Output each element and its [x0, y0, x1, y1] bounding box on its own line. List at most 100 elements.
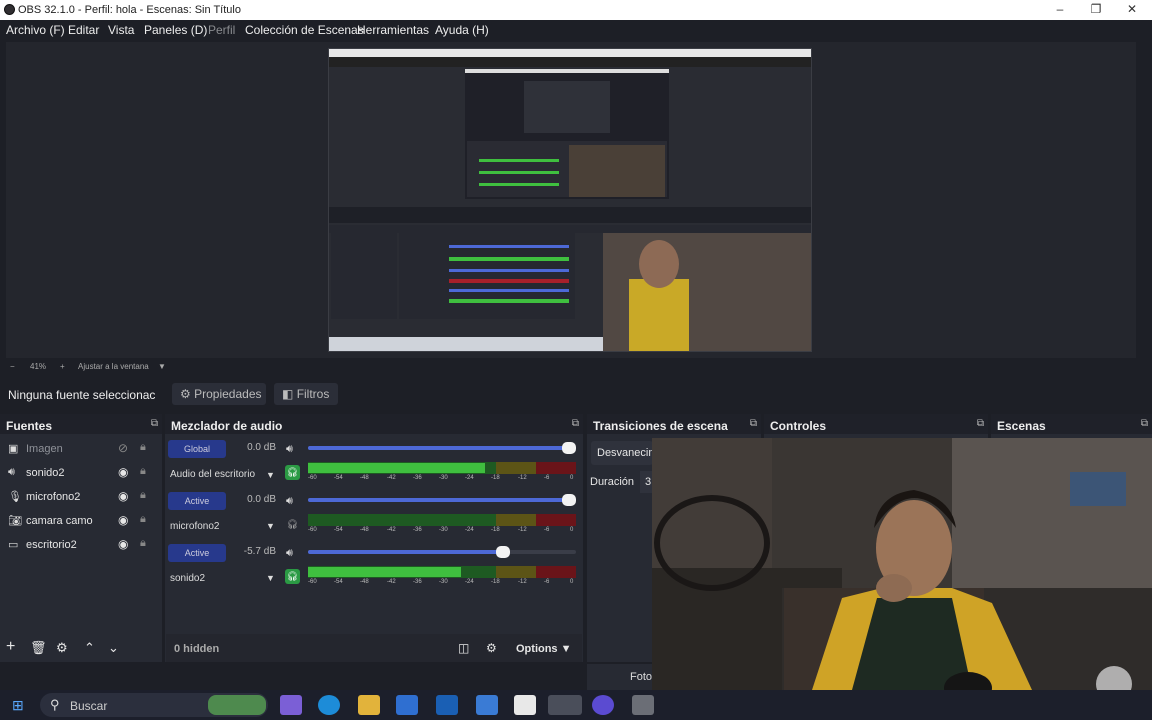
channel-db: 0.0 dB: [247, 494, 276, 505]
volume-slider[interactable]: [308, 442, 576, 454]
menu-perfil[interactable]: Perfil: [208, 23, 235, 37]
add-source-icon[interactable]: +: [6, 638, 15, 658]
source-name: microfono2: [26, 491, 81, 503]
meter-zone: [535, 462, 576, 474]
lock-icon[interactable]: 🔒︎: [140, 513, 146, 526]
meter-tick-label: -60: [308, 527, 317, 533]
mixer-title: Mezclador de audio: [171, 419, 283, 433]
chevron-down-icon[interactable]: ▼: [266, 521, 275, 531]
zoom-out-button[interactable]: −: [10, 362, 15, 371]
meter-tick-label: 0: [570, 527, 574, 533]
windows-start-icon[interactable]: ⊞: [12, 698, 26, 712]
meter-tick-label: -24: [465, 527, 474, 533]
headphones-icon[interactable]: 🎧︎: [285, 465, 300, 480]
volume-slider[interactable]: [308, 546, 576, 558]
edge-icon[interactable]: [318, 695, 340, 715]
taskbar-search[interactable]: ⚲ Buscar: [40, 693, 268, 717]
microphone-icon: 🎙︎: [8, 491, 22, 503]
restore-icon[interactable]: ❐: [1086, 2, 1106, 16]
layout-icon[interactable]: ◫: [458, 641, 469, 661]
menu-ayuda[interactable]: Ayuda (H): [435, 23, 489, 37]
float-icon[interactable]: ⧉: [1141, 418, 1148, 429]
float-icon[interactable]: ⧉: [977, 418, 984, 429]
eye-icon[interactable]: ◉: [118, 465, 128, 479]
zoom-in-button[interactable]: +: [60, 362, 65, 371]
menu-archivo[interactable]: Archivo (F): [6, 23, 65, 37]
minimize-icon[interactable]: –: [1050, 2, 1070, 16]
obs-taskbar-icon[interactable]: [548, 695, 582, 715]
lock-icon[interactable]: 🔒︎: [140, 537, 146, 550]
meter-tick-label: -18: [491, 527, 500, 533]
close-icon[interactable]: ✕: [1122, 2, 1142, 16]
chevron-down-icon[interactable]: ▼: [266, 573, 275, 583]
headphones-icon[interactable]: 🎧︎: [285, 569, 300, 584]
source-settings-icon[interactable]: ⚙: [56, 640, 68, 660]
notepad-icon[interactable]: [514, 695, 536, 715]
menu-paneles[interactable]: Paneles (D): [144, 23, 207, 37]
lock-icon[interactable]: 🔒︎: [140, 441, 146, 454]
menu-vista[interactable]: Vista: [108, 23, 134, 37]
store-icon[interactable]: [396, 695, 418, 715]
volume-knob[interactable]: [562, 494, 576, 506]
float-icon[interactable]: ⧉: [750, 418, 757, 429]
file-explorer-icon[interactable]: [358, 695, 380, 715]
options-button[interactable]: Options ▼: [516, 643, 572, 663]
speaker-icon[interactable]: 🔊︎: [286, 495, 293, 508]
eye-icon[interactable]: ◉: [118, 513, 128, 527]
trash-icon[interactable]: 🗑︎: [30, 640, 47, 660]
meter-tick-label: -48: [360, 579, 369, 585]
overlay-text: Foto: [630, 671, 653, 683]
title-bar: OBS 32.1.0 - Perfil: hola - Escenas: Sin…: [0, 0, 1152, 20]
source-item[interactable]: 📷︎ camara camo ◉ 🔒︎: [0, 510, 160, 532]
eye-hidden-icon[interactable]: ⊘: [118, 441, 128, 455]
app-icon[interactable]: [476, 695, 498, 715]
app-circle-icon[interactable]: [592, 695, 614, 715]
menu-herramientas[interactable]: Herramientas: [357, 23, 429, 37]
source-name: camara camo: [26, 515, 93, 527]
volume-slider[interactable]: [308, 494, 576, 506]
volume-knob[interactable]: [496, 546, 510, 558]
chevron-down-icon: ▼: [560, 643, 572, 655]
transition-select[interactable]: Desvanecim: [591, 441, 653, 465]
advanced-audio-icon[interactable]: ⚙: [486, 641, 497, 661]
eye-icon[interactable]: ◉: [118, 489, 128, 503]
chevron-down-icon[interactable]: ▼: [266, 470, 275, 480]
source-item[interactable]: 🎙︎ microfono2 ◉ 🔒︎: [0, 486, 160, 508]
meter-tick-label: -42: [387, 527, 396, 533]
copilot-icon[interactable]: [280, 695, 302, 715]
settings-icon[interactable]: [632, 695, 654, 715]
lock-icon[interactable]: 🔒︎: [140, 489, 146, 502]
meter-tick-label: -42: [387, 475, 396, 481]
float-icon[interactable]: ⧉: [151, 418, 158, 429]
channel-badge[interactable]: Active: [168, 544, 226, 562]
source-name: escritorio2: [26, 539, 77, 551]
meter-tick-label: -54: [334, 475, 343, 481]
volume-fill: [308, 550, 503, 554]
meter-tick-label: -60: [308, 579, 317, 585]
properties-button[interactable]: ⚙ Propiedades: [172, 383, 266, 405]
eye-icon[interactable]: ◉: [118, 537, 128, 551]
volume-knob[interactable]: [562, 442, 576, 454]
mixer-dock-header: Mezclador de audio ⧉: [165, 414, 583, 434]
source-item[interactable]: ▣ Imagen ⊘ 🔒︎: [0, 438, 160, 460]
channel-badge[interactable]: Active: [168, 492, 226, 510]
outlook-icon[interactable]: [436, 695, 458, 715]
lock-icon[interactable]: 🔒︎: [140, 465, 146, 478]
filters-label: Filtros: [296, 387, 330, 401]
menu-editar[interactable]: Editar: [68, 23, 99, 37]
meter-tick-label: -6: [544, 579, 550, 585]
zoom-fit-button[interactable]: Ajustar a la ventana: [78, 362, 149, 371]
speaker-icon[interactable]: 🔊︎: [286, 443, 293, 456]
filters-button[interactable]: ◧ Filtros: [274, 383, 338, 405]
source-item[interactable]: 🔊︎ sonido2 ◉ 🔒︎: [0, 462, 160, 484]
float-icon[interactable]: ⧉: [572, 418, 579, 429]
source-item[interactable]: ▭ escritorio2 ◉ 🔒︎: [0, 534, 160, 556]
speaker-icon[interactable]: 🔊︎: [286, 547, 293, 560]
zoom-dropdown-icon[interactable]: ▼: [158, 362, 166, 371]
meter-tick-label: -54: [334, 579, 343, 585]
channel-badge[interactable]: Global: [168, 440, 226, 458]
move-up-icon[interactable]: ⌃: [84, 640, 95, 660]
move-down-icon[interactable]: ⌄: [108, 640, 119, 660]
menu-coleccion[interactable]: Colección de Escenas: [245, 23, 364, 37]
headphones-off-icon[interactable]: 🎧︎: [285, 517, 300, 532]
